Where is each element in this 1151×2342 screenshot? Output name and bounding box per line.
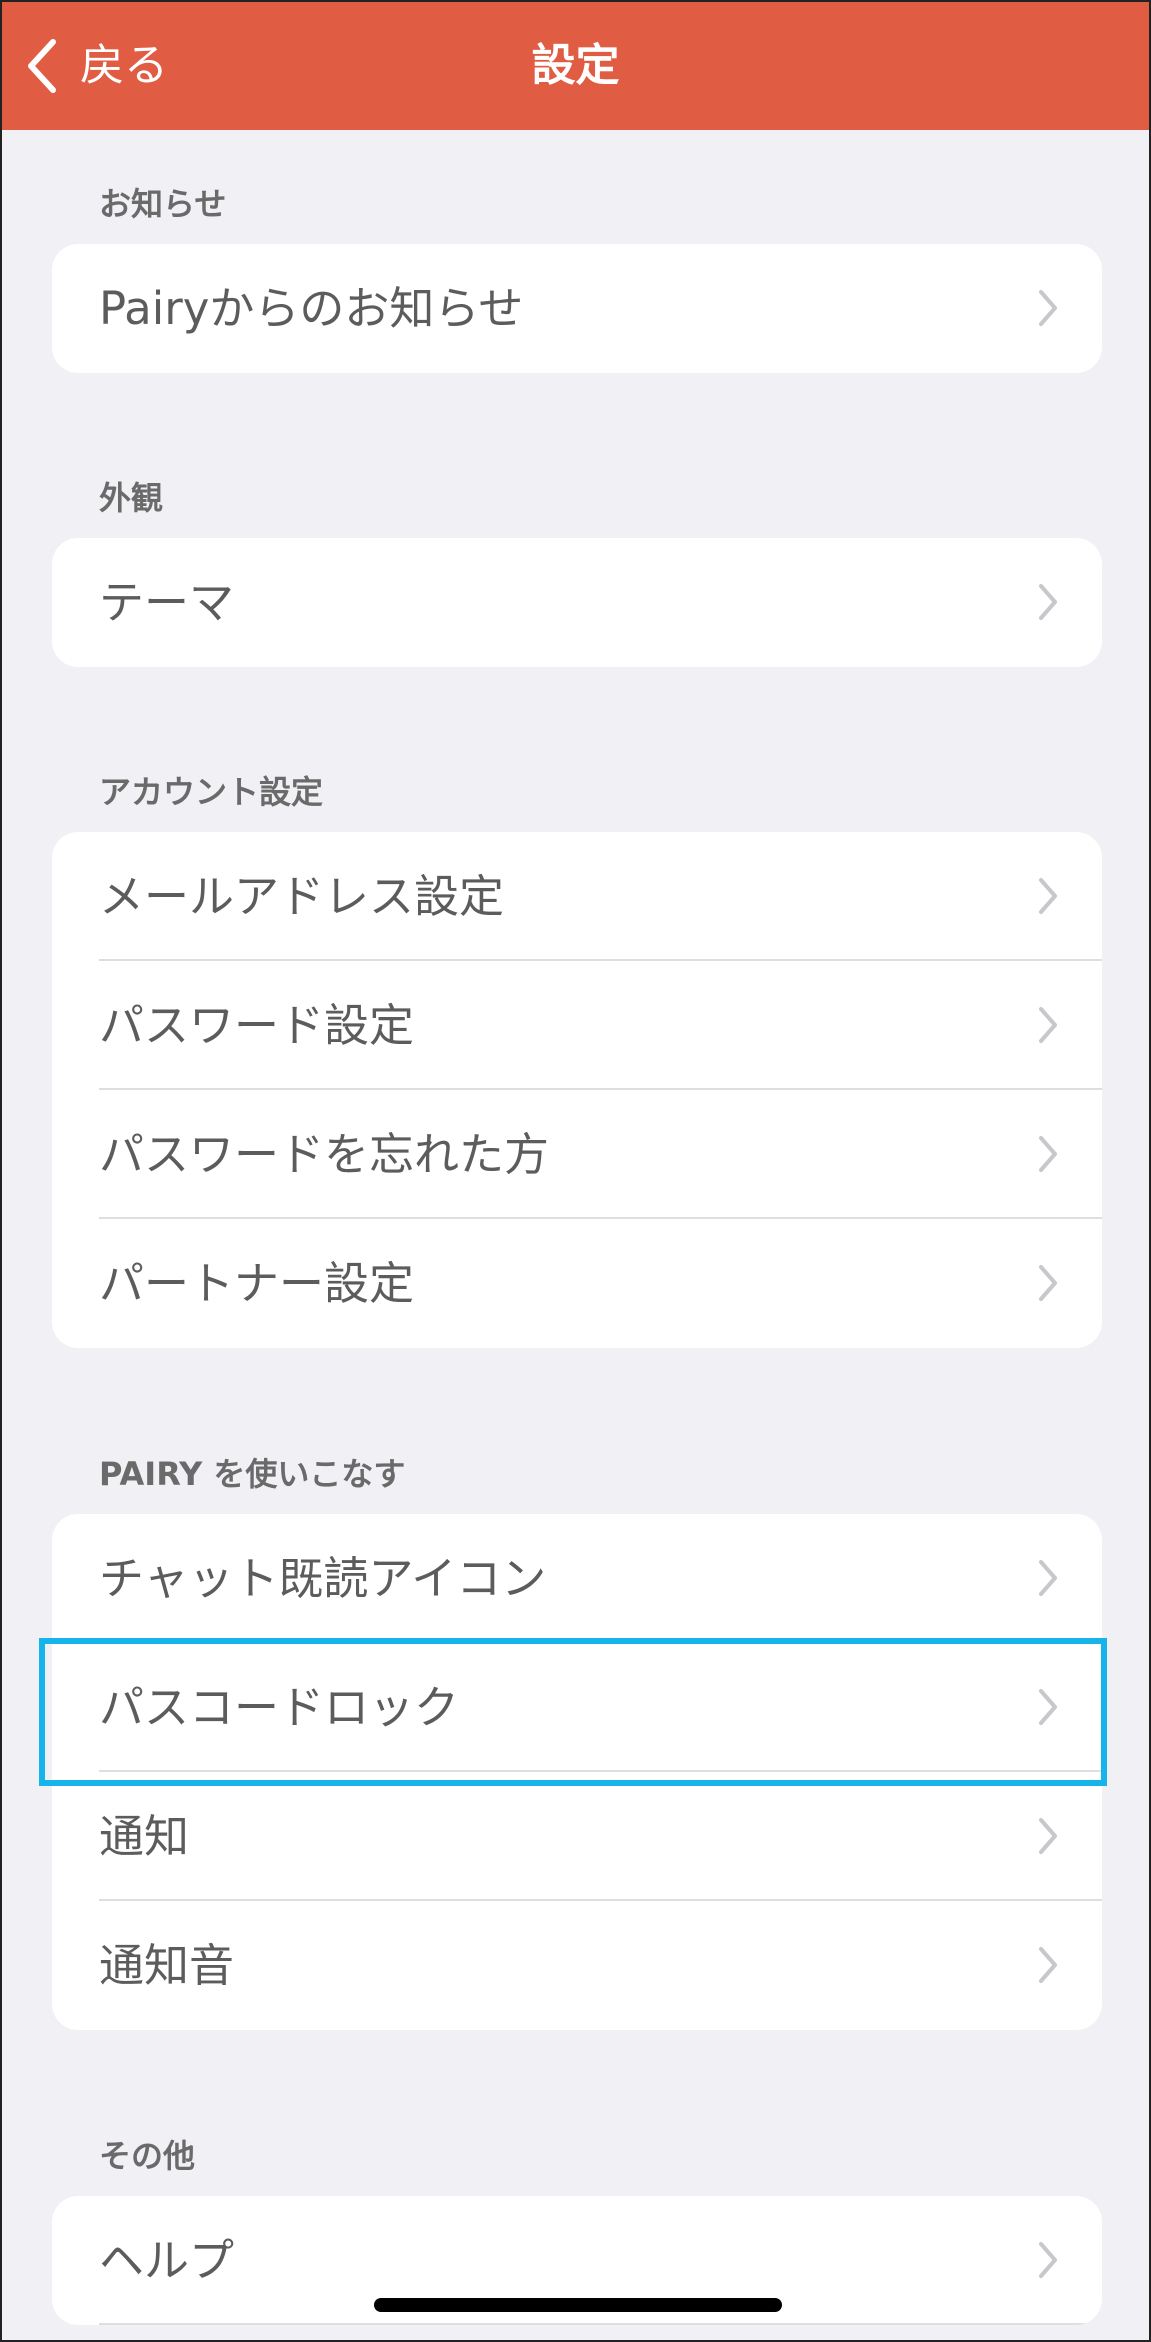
settings-row-partner[interactable]: パートナー設定: [52, 1219, 1102, 1348]
chevron-right-icon: [1038, 289, 1058, 327]
row-label: パスワード設定: [99, 999, 415, 1052]
settings-row-chat-read-icon[interactable]: チャット既読アイコン: [52, 1514, 1102, 1643]
chevron-right-icon: [1038, 1135, 1058, 1173]
chevron-left-icon: [24, 37, 58, 95]
chevron-right-icon: [1038, 877, 1058, 915]
chevron-right-icon: [1038, 1559, 1058, 1597]
chevron-right-icon: [1038, 2241, 1058, 2279]
chevron-right-icon: [1038, 1264, 1058, 1302]
home-indicator[interactable]: [374, 2298, 782, 2312]
section-card-notices: Pairyからのお知らせ: [52, 244, 1102, 373]
row-label: 通知音: [99, 1939, 235, 1992]
settings-row-passcode-lock[interactable]: パスコードロック: [52, 1643, 1102, 1772]
chevron-right-icon: [1038, 1006, 1058, 1044]
chevron-right-icon: [1038, 583, 1058, 621]
row-label: パートナー設定: [99, 1257, 415, 1310]
settings-row-forgot-password[interactable]: パスワードを忘れた方: [52, 1090, 1102, 1219]
settings-row-theme[interactable]: テーマ: [52, 538, 1102, 667]
settings-row-password[interactable]: パスワード設定: [52, 961, 1102, 1090]
row-label: パスコードロック: [99, 1681, 460, 1734]
row-label: ヘルプ: [99, 2234, 235, 2287]
back-button-label: 戻る: [80, 40, 168, 91]
settings-screen: 設定 戻る お知らせ Pairyからのお知らせ 外観 テーマ アカウント設定 メ…: [0, 0, 1151, 2342]
section-header-other: その他: [99, 2137, 196, 2175]
section-card-account-settings: メールアドレス設定 パスワード設定 パスワードを忘れた方 パートナー設定: [52, 832, 1102, 1348]
settings-row-pairy-notices[interactable]: Pairyからのお知らせ: [52, 244, 1102, 373]
chevron-right-icon: [1038, 1688, 1058, 1726]
back-button[interactable]: 戻る: [24, 30, 168, 102]
section-header-appearance: 外観: [99, 479, 164, 517]
settings-row-notifications[interactable]: 通知: [52, 1772, 1102, 1901]
chevron-right-icon: [1038, 1817, 1058, 1855]
row-divider: [99, 2323, 1102, 2325]
section-header-account-settings: アカウント設定: [99, 773, 324, 811]
settings-row-notification-sound[interactable]: 通知音: [52, 1901, 1102, 2030]
section-card-appearance: テーマ: [52, 538, 1102, 667]
row-label: チャット既読アイコン: [99, 1552, 547, 1605]
section-header-notices: お知らせ: [99, 185, 227, 223]
page-title: 設定: [531, 40, 620, 91]
row-label: Pairyからのお知らせ: [99, 282, 524, 335]
section-card-master-pairy: チャット既読アイコン パスコードロック 通知 通知音: [52, 1514, 1102, 2030]
navigation-bar: 設定 戻る: [2, 2, 1149, 130]
row-label: 通知: [99, 1810, 190, 1863]
settings-row-email-address[interactable]: メールアドレス設定: [52, 832, 1102, 961]
row-label: テーマ: [99, 576, 235, 629]
section-header-master-pairy: PAIRY を使いこなす: [99, 1455, 406, 1493]
row-label: パスワードを忘れた方: [99, 1128, 550, 1181]
chevron-right-icon: [1038, 1946, 1058, 1984]
row-label: メールアドレス設定: [99, 870, 505, 923]
